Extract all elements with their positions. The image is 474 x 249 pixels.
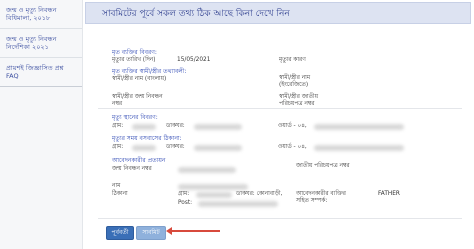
- page-title: সাবমিটের পূর্বে সকল তথ্য ঠিক আছে কিনা দে…: [85, 2, 471, 24]
- redacted-value: [132, 145, 156, 151]
- previous-button[interactable]: পূর্ববর্তী: [106, 226, 134, 240]
- sidebar-item-rules-2018[interactable]: জন্ম ও মৃত্যু নিবন্ধন বিধিমালা, ২০১৮: [0, 0, 82, 29]
- redacted-value: [178, 184, 248, 190]
- death-date-value: 15/05/2021: [177, 57, 211, 63]
- sidebar-item-guideline-2021[interactable]: জন্ম ও মৃত্যু নিবন্ধন নির্দেশিকা ২০২১: [0, 29, 82, 58]
- section-title-residence: মৃত্যুর সময় বসবাসের ঠিকানা:: [112, 135, 182, 142]
- residence-ward-label: ওয়ার্ড - ০৪,: [278, 144, 307, 150]
- applicant-address-label: ঠিকানা: [112, 191, 128, 197]
- redacted-value: [194, 124, 242, 130]
- redacted-value: [314, 124, 404, 130]
- redacted-value: [194, 145, 242, 151]
- applicant-birth-reg-label: জন্ম নিবন্ধন নম্বর: [112, 166, 152, 172]
- divider: [98, 218, 462, 219]
- section-title-applicant: আবেদনকারীর প্রত্যয়ন: [112, 157, 166, 164]
- redacted-value: [132, 124, 156, 130]
- death-place-post-label: ডাকঘর:: [166, 123, 185, 129]
- sidebar: জন্ম ও মৃত্যু নিবন্ধন বিধিমালা, ২০১৮ জন্…: [0, 0, 83, 249]
- death-place-ward-label: ওয়ার্ড - ০৪,: [278, 123, 307, 129]
- spouse-name-bn-label: স্বামী/স্ত্রীর নাম (বাংলায়): [112, 76, 167, 82]
- divider: [98, 108, 462, 109]
- death-date-label: মৃত্যুর তারিখ (দিন): [112, 57, 156, 63]
- death-cause-label: মৃত্যুর কারণ: [279, 57, 306, 63]
- spouse-birth-reg-label: স্বামী/স্ত্রীর জন্ম নিবন্ধন নম্বর: [112, 94, 163, 107]
- annotation-arrow: [168, 230, 220, 232]
- applicant-address-post: ডাকঘর: কোনাবাড়ী,: [236, 191, 283, 197]
- section-title-death-place: মৃত্যু স্থানের বিবরণ:: [112, 114, 158, 121]
- applicant-address-village: গ্রাম:: [178, 191, 190, 197]
- main-content: সাবমিটের পূর্বে সকল তথ্য ঠিক আছে কিনা দে…: [82, 0, 474, 249]
- redacted-value: [198, 201, 278, 207]
- redacted-value: [178, 167, 236, 173]
- spouse-nid-label: স্বামী/স্ত্রীর জাতীয় পরিচয়পত্র নম্বর: [279, 94, 319, 107]
- applicant-relation-value: FATHER: [378, 191, 400, 197]
- submit-button[interactable]: সাবমিট: [136, 226, 166, 240]
- applicant-name-label: নাম: [112, 183, 121, 189]
- redacted-value: [196, 192, 232, 198]
- applicant-address-post-en: Post:: [178, 200, 193, 206]
- redacted-value: [314, 145, 404, 151]
- death-place-village-label: গ্রাম:: [112, 123, 124, 129]
- spouse-name-en-label: স্বামী/স্ত্রীর নাম (ইংরেজিতে): [279, 75, 311, 88]
- sidebar-item-faq[interactable]: প্রায়শই জিজ্ঞাসিত প্রশ্ন FAQ: [0, 58, 82, 87]
- applicant-relation-label: আবেদনকারীর ব্যক্তির সহিত সম্পর্ক:: [296, 191, 346, 204]
- residence-village-label: গ্রাম:: [112, 144, 124, 150]
- residence-post-label: ডাকঘর:: [166, 144, 185, 150]
- applicant-nid-label: জাতীয় পরিচয়পত্র নম্বর: [296, 163, 350, 169]
